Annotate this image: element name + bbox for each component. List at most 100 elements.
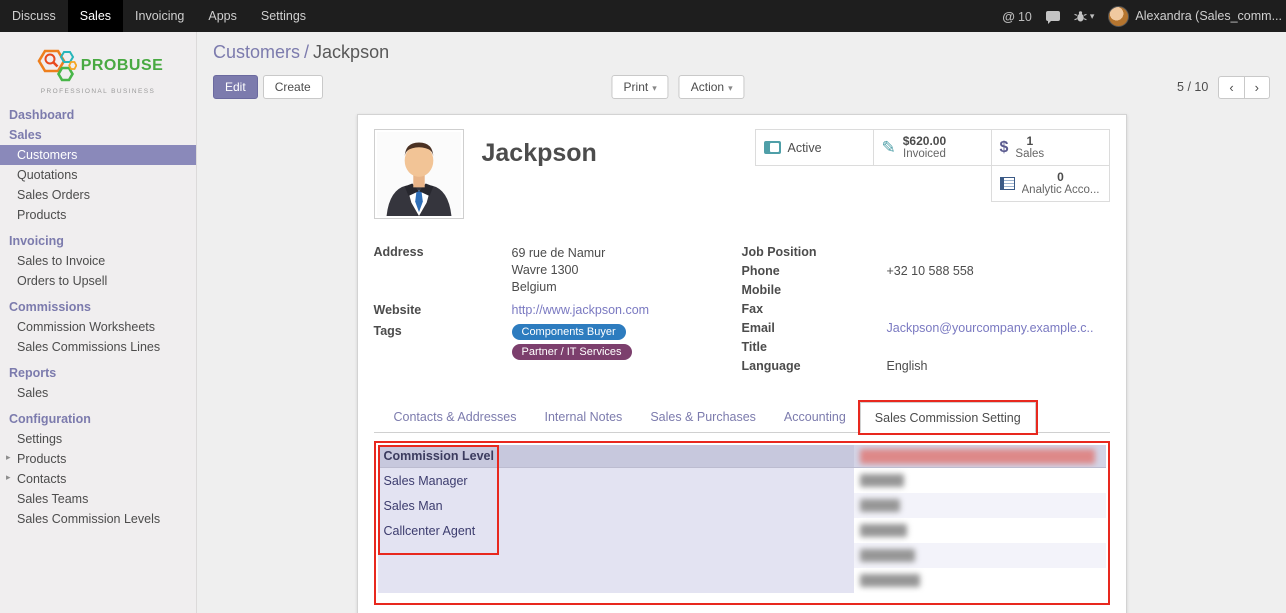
address-line: Wavre 1300 <box>512 262 742 279</box>
redacted-value-blur <box>860 474 904 487</box>
commission-level-column-header[interactable]: Commission Level <box>378 445 854 467</box>
sidebar-item-sales-to-invoice[interactable]: Sales to Invoice <box>0 251 196 271</box>
mobile-value <box>887 283 1110 299</box>
mention-icon: @ <box>1002 9 1015 24</box>
sidebar-header-reports[interactable]: Reports <box>0 363 196 383</box>
pager: 5 / 10 ‹ › <box>1177 76 1270 99</box>
sidebar-item-reports-sales[interactable]: Sales <box>0 383 196 403</box>
action-dropdown-button[interactable]: Action▾ <box>679 75 745 99</box>
caret-right-icon: ▸ <box>6 472 11 483</box>
breadcrumb: Customers/Jackpson <box>213 42 1270 63</box>
sidebar-item-sales-orders[interactable]: Sales Orders <box>0 185 196 205</box>
sidebar-item-customers[interactable]: Customers <box>0 145 196 165</box>
sidebar-section-commissions: Commissions Commission Worksheets Sales … <box>0 297 196 357</box>
stat-buttons: Active ✎ $620.00 Invoiced $ 1 Sales <box>752 129 1110 219</box>
stat-active-label: Active <box>788 141 822 155</box>
tab-sales-commission-setting[interactable]: Sales Commission Setting <box>860 402 1036 433</box>
tab-internal-notes[interactable]: Internal Notes <box>530 402 636 432</box>
topbar-menu-discuss[interactable]: Discuss <box>0 0 68 32</box>
sidebar-item-orders-to-upsell[interactable]: Orders to Upsell <box>0 271 196 291</box>
address-label: Address <box>374 245 512 296</box>
topbar-menu-invoicing[interactable]: Invoicing <box>123 0 196 32</box>
chat-icon[interactable] <box>1046 11 1060 21</box>
commission-table-row[interactable] <box>378 568 1106 593</box>
sidebar-item-sales-teams[interactable]: Sales Teams <box>0 489 196 509</box>
sidebar-item-products[interactable]: Products <box>0 205 196 225</box>
topbar: Discuss Sales Invoicing Apps Settings @1… <box>0 0 1286 32</box>
user-name: Alexandra (Sales_comm... <box>1135 9 1282 23</box>
commission-table-row[interactable]: Sales Man <box>378 493 1106 518</box>
phone-label: Phone <box>742 264 887 280</box>
sidebar-item-sales-commissions-lines[interactable]: Sales Commissions Lines <box>0 337 196 357</box>
sidebar-section-dashboard: Dashboard <box>0 105 196 125</box>
stat-sales-button[interactable]: $ 1 Sales <box>991 129 1110 166</box>
user-menu-button[interactable]: Alexandra (Sales_comm... <box>1108 6 1282 27</box>
invoiced-label: Invoiced <box>903 148 946 161</box>
tab-sales-purchases[interactable]: Sales & Purchases <box>636 402 770 432</box>
record-sheet: Jackpson Active ✎ $620.00 Invoiced <box>357 114 1127 613</box>
sidebar-item-sales-commission-levels[interactable]: Sales Commission Levels <box>0 509 196 529</box>
commission-table-row[interactable]: Callcenter Agent <box>378 518 1106 543</box>
commission-table-row[interactable] <box>378 543 1106 568</box>
breadcrumb-customers-link[interactable]: Customers <box>213 42 300 62</box>
tab-contacts-addresses[interactable]: Contacts & Addresses <box>380 402 531 432</box>
bug-icon <box>1074 10 1087 23</box>
topbar-menu-sales[interactable]: Sales <box>68 0 123 32</box>
stat-analytic-button[interactable]: 0 Analytic Acco... <box>991 165 1110 202</box>
sidebar-header-commissions[interactable]: Commissions <box>0 297 196 317</box>
redacted-cell <box>854 568 1106 593</box>
language-label: Language <box>742 359 887 375</box>
edit-button[interactable]: Edit <box>213 75 258 99</box>
invoiced-amount: $620.00 <box>903 135 946 148</box>
sidebar-item-settings[interactable]: Settings <box>0 429 196 449</box>
sidebar-header-dashboard[interactable]: Dashboard <box>0 105 196 125</box>
fax-field: Fax <box>742 302 1110 318</box>
pager-buttons: ‹ › <box>1218 76 1270 99</box>
website-link[interactable]: http://www.jackpson.com <box>512 303 650 317</box>
sidebar-item-config-contacts[interactable]: ▸Contacts <box>0 469 196 489</box>
print-dropdown-button[interactable]: Print▾ <box>612 75 669 99</box>
book-icon <box>1000 177 1015 190</box>
analytic-label: Analytic Acco... <box>1022 184 1100 197</box>
email-link[interactable]: Jackpson@yourcompany.example.c.. <box>887 321 1094 335</box>
stat-active-button[interactable]: Active <box>755 129 874 166</box>
control-buttons-row: Edit Create Print▾ Action▾ 5 / 10 ‹ › <box>213 74 1270 100</box>
pager-prev-button[interactable]: ‹ <box>1218 76 1244 99</box>
sidebar-item-quotations[interactable]: Quotations <box>0 165 196 185</box>
tags-field: Tags Components Buyer Partner / IT Servi… <box>374 324 742 364</box>
sidebar-header-invoicing[interactable]: Invoicing <box>0 231 196 251</box>
topbar-menu-settings[interactable]: Settings <box>249 0 318 32</box>
redacted-value-blur <box>860 524 907 537</box>
sidebar-header-configuration[interactable]: Configuration <box>0 409 196 429</box>
job-position-field: Job Position <box>742 245 1110 261</box>
mention-count: 10 <box>1018 10 1032 24</box>
field-groups: Address 69 rue de Namur Wavre 1300 Belgi… <box>374 245 1110 378</box>
notebook-tabs: Contacts & Addresses Internal Notes Sale… <box>374 402 1110 433</box>
commission-level-cell <box>378 543 854 568</box>
logo-subtitle: PROFESSIONAL BUSINESS <box>6 88 190 95</box>
email-label: Email <box>742 321 887 337</box>
pager-text: 5 / 10 <box>1177 80 1208 94</box>
topbar-right: @10 ▾ Alexandra (Sales_comm... <box>1002 6 1286 27</box>
create-button[interactable]: Create <box>263 75 323 99</box>
commission-table-row[interactable]: Sales Manager <box>378 468 1106 493</box>
fields-left-column: Address 69 rue de Namur Wavre 1300 Belgi… <box>374 245 742 378</box>
sidebar-section-reports: Reports Sales <box>0 363 196 403</box>
redacted-column-header <box>854 445 1106 467</box>
topbar-menu-apps[interactable]: Apps <box>196 0 249 32</box>
app-logo[interactable]: PROBUSE PROFESSIONAL BUSINESS <box>0 32 196 105</box>
debug-menu-button[interactable]: ▾ <box>1074 10 1095 23</box>
menu-label: Settings <box>261 9 306 23</box>
customer-photo[interactable] <box>374 129 464 219</box>
tab-accounting[interactable]: Accounting <box>770 402 860 432</box>
sidebar-header-sales[interactable]: Sales <box>0 125 196 145</box>
redacted-cell <box>854 543 1106 568</box>
sidebar-item-commission-worksheets[interactable]: Commission Worksheets <box>0 317 196 337</box>
sidebar-item-config-products[interactable]: ▸Products <box>0 449 196 469</box>
pager-next-button[interactable]: › <box>1244 76 1270 99</box>
mentions-button[interactable]: @10 <box>1002 9 1032 24</box>
phone-field: Phone +32 10 588 558 <box>742 264 1110 280</box>
control-panel: Customers/Jackpson Edit Create Print▾ Ac… <box>197 32 1286 110</box>
address-value: 69 rue de Namur Wavre 1300 Belgium <box>512 245 742 296</box>
stat-invoiced-button[interactable]: ✎ $620.00 Invoiced <box>873 129 992 166</box>
